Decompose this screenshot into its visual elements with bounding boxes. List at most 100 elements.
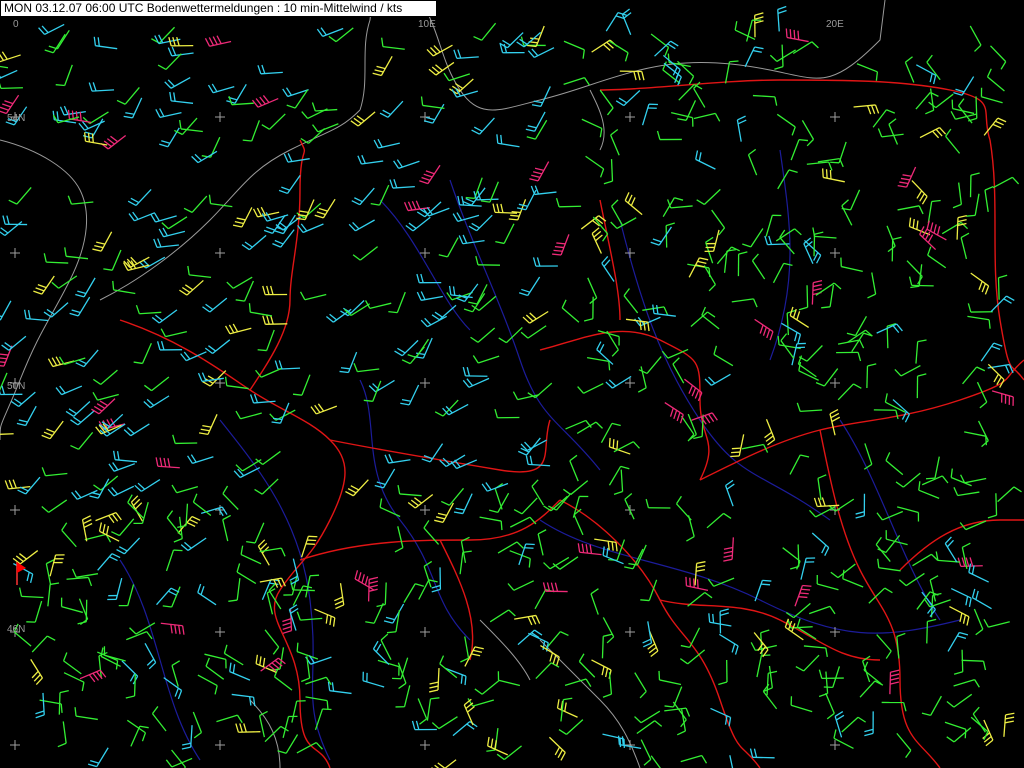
coastline	[99, 109, 361, 301]
wind-barb	[744, 46, 764, 68]
wind-barb	[895, 472, 921, 488]
wind-barb	[155, 108, 182, 118]
wind-barb	[731, 298, 758, 308]
wind-barb	[64, 247, 89, 260]
wind-barb	[960, 232, 970, 260]
wind-barb	[718, 660, 728, 686]
wind-barb	[640, 739, 652, 766]
wind-barb	[603, 159, 614, 185]
wind-barb	[264, 725, 289, 743]
wind-barb	[602, 733, 625, 748]
wind-barb	[703, 265, 716, 292]
wind-barb	[216, 714, 243, 724]
wind-barb	[17, 476, 41, 495]
wind-barb	[752, 94, 778, 106]
wind-barb	[271, 402, 290, 424]
wind-barb	[663, 62, 682, 86]
wind-barb	[944, 536, 958, 563]
wind-barb	[31, 635, 56, 653]
wind-barb	[645, 498, 671, 509]
wind-barb	[456, 283, 479, 303]
wind-barb	[990, 45, 1007, 70]
wind-barb	[283, 153, 310, 163]
wind-barb	[352, 246, 378, 261]
wind-barb	[150, 212, 177, 223]
wind-barb	[179, 279, 204, 296]
wind-barb	[111, 518, 135, 537]
wind-barb	[790, 696, 813, 713]
wind-barb	[4, 479, 31, 490]
wind-barb	[177, 503, 189, 529]
wind-barb	[927, 199, 941, 224]
wind-barb	[572, 495, 589, 518]
lon-label-10e: 10E	[418, 19, 436, 30]
wind-barb	[257, 329, 275, 352]
wind-barb	[507, 580, 534, 591]
wind-barb	[403, 200, 430, 212]
wind-barbs-layer	[0, 5, 1022, 768]
wind-barb	[153, 238, 179, 249]
wind-barb	[611, 199, 624, 226]
wind-barb	[896, 632, 906, 659]
wind-barb	[66, 576, 93, 587]
wind-barb	[916, 373, 927, 399]
wind-barb	[222, 514, 232, 542]
wind-barb	[241, 234, 267, 251]
wind-barb	[179, 119, 203, 133]
wind-barb	[846, 315, 868, 337]
wind-barb	[706, 512, 732, 529]
wind-barb	[864, 711, 874, 737]
wind-barb	[100, 134, 127, 150]
wind-barb	[254, 478, 279, 495]
wind-barb	[246, 522, 265, 544]
wind-barb	[400, 384, 420, 406]
wind-barb	[564, 678, 592, 687]
wind-barb	[180, 537, 207, 552]
wind-barb	[925, 456, 940, 480]
wind-barb	[23, 309, 49, 322]
wind-barb	[8, 186, 32, 205]
wind-barb	[470, 327, 496, 343]
wind-barb	[0, 83, 23, 90]
wind-barb	[710, 707, 732, 727]
wind-barb	[513, 497, 538, 515]
wind-barb	[591, 39, 618, 53]
wind-barb	[829, 408, 841, 436]
wind-barb	[164, 76, 191, 89]
wind-barb	[160, 328, 187, 338]
wind-barb	[897, 205, 924, 215]
wind-barb	[471, 117, 495, 135]
wind-barb	[834, 710, 845, 738]
wind-barb	[896, 732, 912, 759]
wind-barb	[641, 103, 658, 126]
wind-barb	[340, 300, 365, 317]
wind-barb	[624, 493, 635, 520]
wind-barb	[973, 608, 984, 636]
wind-barb	[969, 25, 982, 52]
wind-barb	[885, 452, 904, 476]
wind-barb	[600, 422, 621, 444]
wind-barb	[716, 246, 740, 265]
wind-barb	[438, 237, 459, 258]
wind-barb	[790, 138, 809, 161]
wind-barb	[872, 109, 896, 128]
wind-barb	[610, 128, 620, 156]
wind-barb	[350, 111, 376, 127]
wind-barb	[431, 759, 457, 768]
wind-barb	[116, 87, 140, 105]
wind-barb	[970, 716, 989, 741]
wind-barb	[499, 32, 524, 49]
wind-barb	[125, 673, 136, 699]
wind-barb	[273, 668, 293, 691]
wind-barb	[876, 634, 892, 659]
wind-barb	[204, 35, 232, 47]
wind-barb	[264, 629, 280, 655]
wind-barb	[98, 522, 120, 542]
wind-barb	[224, 323, 252, 335]
wind-barb	[563, 76, 590, 86]
wind-barb	[518, 276, 541, 297]
wind-barb	[411, 720, 437, 731]
wind-barb	[608, 437, 631, 455]
wind-barb	[841, 716, 866, 733]
wind-barb	[825, 692, 835, 720]
